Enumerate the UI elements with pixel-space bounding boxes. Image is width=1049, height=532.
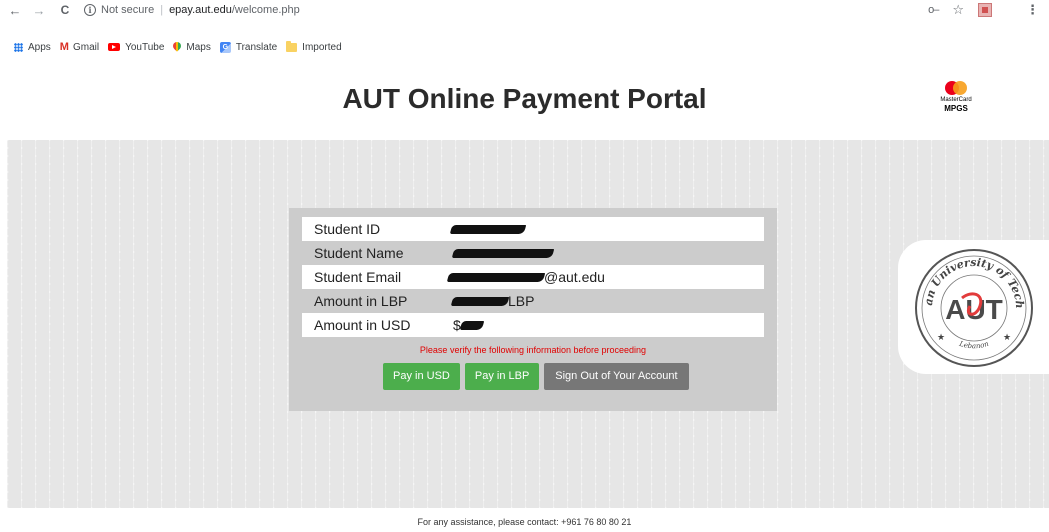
forward-arrow-icon[interactable]: → bbox=[30, 3, 48, 18]
mastercard-circles-icon bbox=[945, 81, 967, 95]
info-row-student-id: Student ID bbox=[302, 217, 764, 241]
sign-out-button[interactable]: Sign Out of Your Account bbox=[544, 363, 689, 390]
row-label: Student Name bbox=[314, 245, 404, 261]
redacted-value bbox=[446, 272, 546, 282]
bookmark-label: Imported bbox=[302, 41, 342, 53]
bookmark-star-icon[interactable]: ☆ bbox=[952, 2, 964, 18]
url-path: /welcome.php bbox=[231, 4, 300, 16]
pdf-extension-icon[interactable] bbox=[978, 3, 992, 17]
bookmark-label: Maps bbox=[186, 41, 211, 53]
currency-usd: $ bbox=[453, 317, 461, 333]
seal-star-left-icon: ★ bbox=[937, 332, 945, 342]
redacted-value bbox=[459, 320, 485, 330]
back-arrow-icon[interactable]: ← bbox=[6, 3, 24, 18]
bookmark-label: Translate bbox=[235, 41, 278, 53]
pay-lbp-button[interactable]: Pay in LBP bbox=[464, 363, 540, 390]
mpgs-label: MPGS bbox=[944, 104, 968, 113]
bookmark-label: YouTube bbox=[125, 41, 165, 53]
info-row-amount-usd: Amount in USD $ bbox=[302, 313, 764, 337]
info-row-student-email: Student Email @aut.edu bbox=[302, 265, 764, 289]
maps-icon bbox=[173, 42, 181, 52]
youtube-icon bbox=[108, 43, 121, 51]
currency-lbp: LBP bbox=[508, 293, 535, 309]
folder-icon bbox=[286, 40, 298, 52]
bookmark-maps[interactable]: Maps bbox=[173, 42, 210, 53]
pay-usd-button[interactable]: Pay in USD bbox=[383, 363, 460, 390]
url-text[interactable]: epay.aut.edu/welcome.php bbox=[169, 4, 300, 16]
row-label: Amount in LBP bbox=[314, 293, 408, 309]
address-bar[interactable]: i Not secure | epay.aut.edu/welcome.php bbox=[84, 4, 300, 16]
apps-icon bbox=[14, 42, 23, 52]
row-label: Student ID bbox=[314, 221, 381, 237]
payment-card: Student ID Student Name Student Email @a… bbox=[289, 208, 777, 411]
university-seal-panel: American University of Technology Lebano… bbox=[898, 240, 1049, 374]
info-row-amount-lbp: Amount in LBP LBP bbox=[302, 289, 764, 313]
info-icon[interactable]: i bbox=[84, 4, 96, 16]
bookmark-gmail[interactable]: M Gmail bbox=[60, 41, 99, 53]
email-domain: @aut.edu bbox=[544, 269, 605, 285]
mastercard-logo: MasterCard MPGS bbox=[931, 81, 981, 119]
aut-seal-logo: American University of Technology Lebano… bbox=[912, 246, 1033, 367]
action-buttons: Pay in USD Pay in LBP Sign Out of Your A… bbox=[383, 363, 694, 390]
browser-menu-icon[interactable]: ⋮ bbox=[1026, 2, 1039, 18]
reload-icon[interactable]: C bbox=[56, 3, 74, 17]
bookmark-label: Gmail bbox=[72, 41, 100, 53]
row-value: $ bbox=[444, 317, 485, 333]
row-value: LBP bbox=[444, 293, 534, 309]
bookmarks-bar: Apps M Gmail YouTube Maps G Translate Im… bbox=[0, 39, 1049, 55]
toolbar-actions: o‒ ☆ ⋮ bbox=[928, 0, 1049, 20]
browser-toolbar: ← → C i Not secure | epay.aut.edu/welcom… bbox=[0, 0, 1049, 20]
seal-star-right-icon: ★ bbox=[1003, 332, 1011, 342]
mastercard-brand: MasterCard bbox=[940, 97, 972, 103]
translate-icon: G bbox=[219, 41, 231, 53]
redacted-value bbox=[450, 296, 510, 306]
bookmark-apps[interactable]: Apps bbox=[14, 42, 51, 53]
seal-monogram: AUT bbox=[945, 294, 1003, 325]
url-host: epay.aut.edu bbox=[169, 4, 232, 16]
bookmark-label: Apps bbox=[28, 41, 51, 53]
row-value: @aut.edu bbox=[444, 269, 605, 285]
redacted-value bbox=[449, 224, 527, 234]
security-label: Not secure bbox=[101, 4, 155, 16]
row-value bbox=[444, 248, 555, 258]
key-icon[interactable]: o‒ bbox=[928, 4, 939, 16]
bookmark-imported[interactable]: Imported bbox=[286, 40, 342, 53]
footer-contact: For any assistance, please contact: +961… bbox=[417, 517, 632, 527]
redacted-value bbox=[451, 248, 555, 258]
bookmark-youtube[interactable]: YouTube bbox=[108, 42, 164, 53]
row-label: Student Email bbox=[314, 269, 402, 285]
gmail-icon: M bbox=[59, 41, 69, 53]
bookmark-translate[interactable]: G Translate bbox=[219, 41, 278, 53]
row-label: Amount in USD bbox=[314, 317, 411, 333]
info-row-student-name: Student Name bbox=[302, 241, 764, 265]
student-info-table: Student ID Student Name Student Email @a… bbox=[302, 217, 764, 337]
omnibox-separator: | bbox=[160, 4, 164, 16]
row-value bbox=[444, 224, 527, 234]
page-title: AUT Online Payment Portal bbox=[342, 83, 707, 114]
verification-warning: Please verify the following information … bbox=[419, 345, 647, 355]
